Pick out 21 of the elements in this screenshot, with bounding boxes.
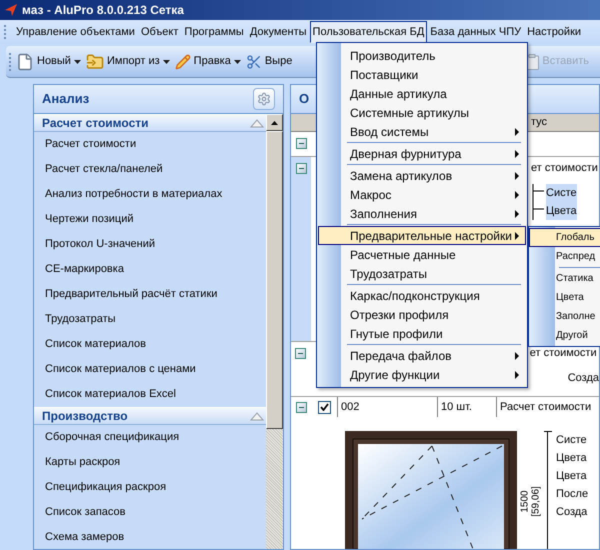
detail-label: Систе xyxy=(556,432,587,448)
detail-label: После xyxy=(556,486,588,502)
section-title: Производство xyxy=(42,408,128,425)
table-cell: Расчет стоимости xyxy=(496,397,599,417)
detail-label: Цвета xyxy=(556,450,587,466)
dimension-label: [59,06] xyxy=(532,486,542,517)
detail-label: Систе xyxy=(546,186,577,201)
window-title: маз - AluPro 8.0.0.213 Сетка xyxy=(22,2,184,19)
section-title: Расчет стоимости xyxy=(42,115,148,132)
record-text: ет стоимости xyxy=(530,346,598,361)
detail-label: Созда xyxy=(568,370,599,386)
detail-label: Цвета xyxy=(556,468,587,484)
dimension-label: 1500 xyxy=(520,490,530,513)
panel-title: Анализ xyxy=(42,90,90,108)
detail-label: Цвета xyxy=(546,204,577,219)
panel-title: О xyxy=(299,90,310,108)
column-title: тус xyxy=(531,115,548,130)
record-text: ет стоимости xyxy=(531,161,599,176)
table-cell: 002 xyxy=(337,397,437,417)
table-cell: 10 шт. xyxy=(437,397,496,417)
detail-label: Созда xyxy=(556,504,588,520)
